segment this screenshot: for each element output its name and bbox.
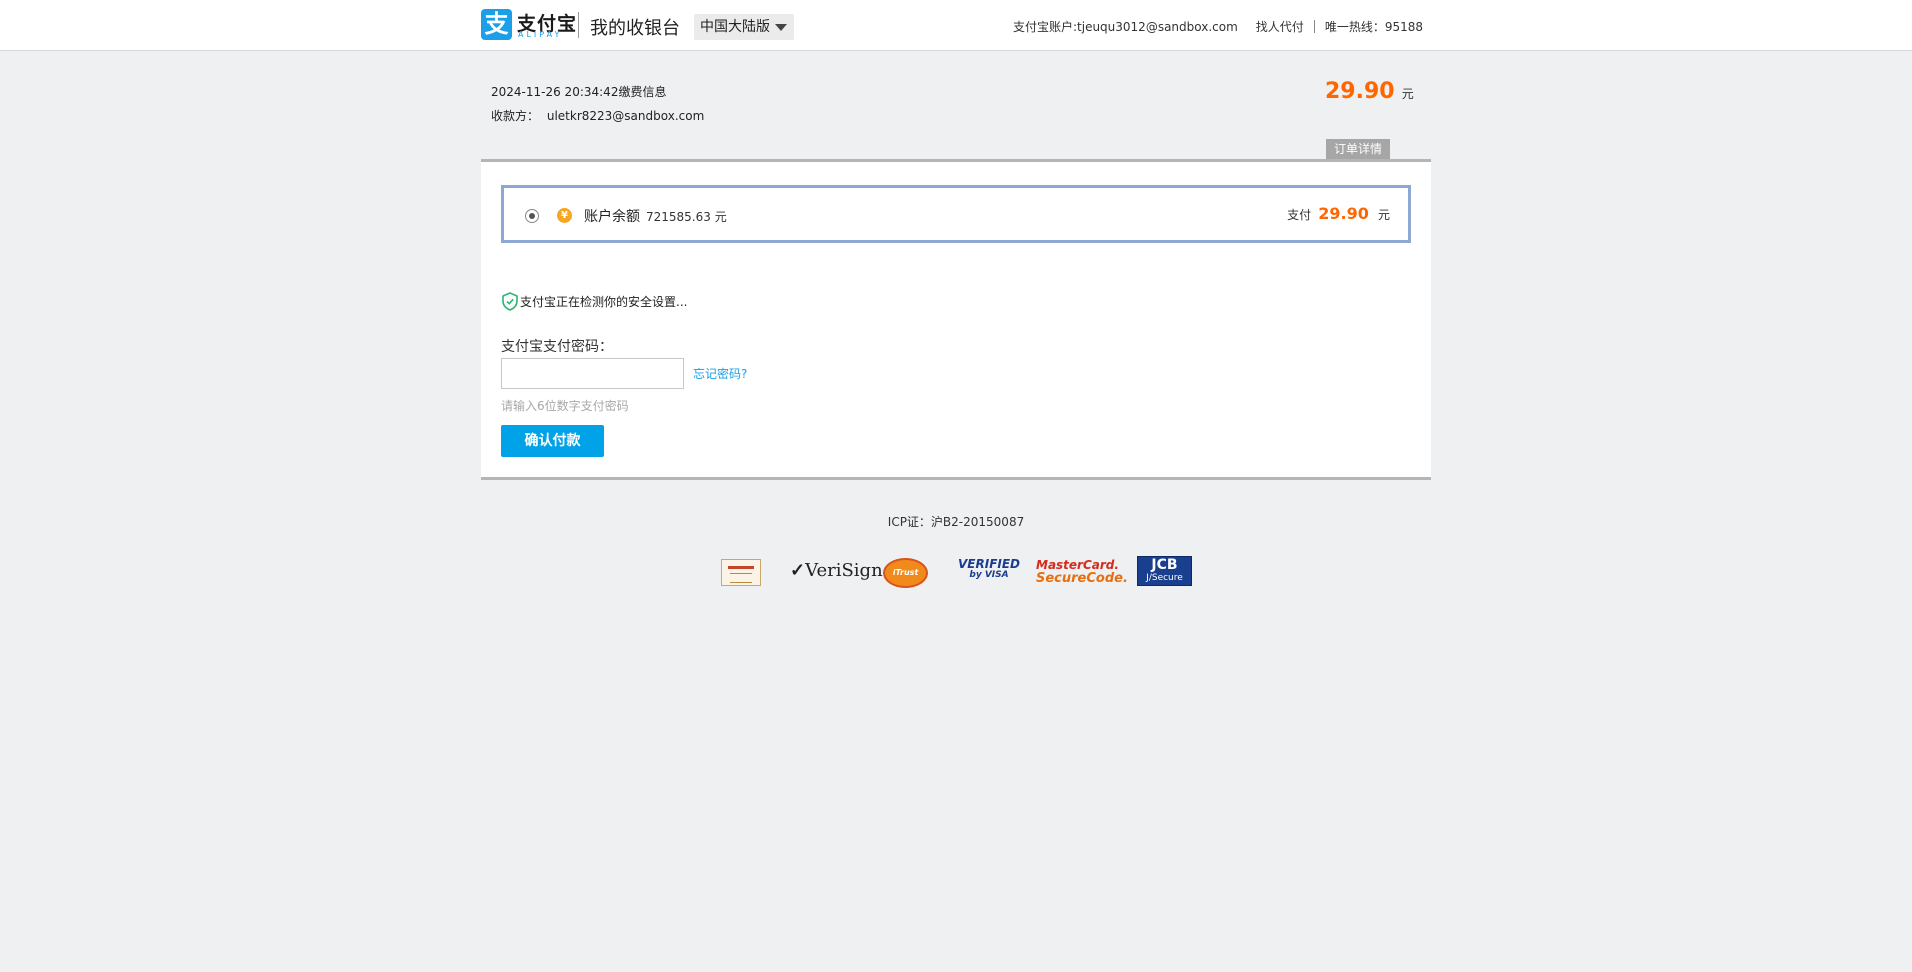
- cnnic-trust-badge-icon[interactable]: [721, 559, 761, 586]
- verified-by-visa-badge-icon[interactable]: VERIFIED by VISA: [958, 557, 1021, 591]
- pay-label: 支付: [1287, 208, 1312, 222]
- account-email: tjeuqu3012@sandbox.com: [1077, 19, 1238, 34]
- icp-license: ICP证：沪B2-20150087: [887, 515, 1025, 529]
- verisign-badge-icon[interactable]: ✓VeriSign: [790, 560, 883, 592]
- hotline-text: 唯一热线：95188: [1324, 20, 1423, 34]
- order-amount-value: 29.90: [1325, 79, 1395, 104]
- payee-label: 收款方：: [491, 109, 540, 123]
- security-badges: ✓VeriSign iTrust VERIFIED by VISA Master…: [0, 556, 1912, 590]
- payee-email: uletkr8223@sandbox.com: [546, 109, 705, 123]
- alipay-logo-icon[interactable]: 支: [481, 9, 512, 40]
- visa-badge-line2: by VISA: [969, 570, 1009, 580]
- page-title: 我的收银台: [590, 18, 680, 39]
- order-detail-tab[interactable]: 订单详情: [1326, 139, 1390, 160]
- visa-badge-line1: VERIFIED: [958, 557, 1021, 571]
- pay-amount-unit: 元: [1377, 208, 1390, 222]
- pay-amount-value: 29.90: [1318, 204, 1369, 223]
- forgot-password-link[interactable]: 忘记密码?: [693, 365, 747, 382]
- confirm-payment-button[interactable]: 确认付款: [501, 425, 604, 457]
- logo-divider: [578, 12, 579, 38]
- yuan-coin-icon: ¥: [557, 208, 572, 223]
- shield-check-icon: [502, 292, 518, 311]
- pay-amount-summary: 支付 29.90 元: [1287, 204, 1390, 223]
- header-account-info: 支付宝账户: tjeuqu3012@sandbox.com 找人代付 唯一热线：…: [1013, 18, 1423, 35]
- order-datetime: 2024-11-26 20:34:42缴费信息: [491, 85, 667, 99]
- itrust-badge-icon[interactable]: iTrust: [883, 558, 928, 588]
- security-check-status: 支付宝正在检测你的安全设置...: [501, 292, 687, 311]
- alipay-logo-subtext: ALIPAY: [518, 30, 563, 39]
- order-payee: 收款方： uletkr8223@sandbox.com: [491, 107, 704, 124]
- proxy-pay-link[interactable]: 找人代付: [1256, 18, 1304, 35]
- header-divider: [1313, 20, 1315, 33]
- top-header: 支 支付宝 ALIPAY 我的收银台 中国大陆版 支付宝账户: tjeuqu30…: [0, 0, 1912, 51]
- balance-radio[interactable]: [525, 209, 539, 223]
- mc-badge-line1: MasterCard.: [1036, 558, 1119, 572]
- password-label: 支付宝支付密码：: [501, 339, 613, 355]
- order-amount: 29.90 元: [1325, 79, 1414, 104]
- chevron-down-icon: [775, 24, 787, 31]
- payment-password-input[interactable]: [501, 358, 684, 389]
- password-hint: 请输入6位数字支付密码: [501, 399, 629, 413]
- security-check-text: 支付宝正在检测你的安全设置...: [520, 295, 688, 309]
- jcb-badge-line2: J/Secure: [1146, 573, 1183, 583]
- order-amount-unit: 元: [1401, 87, 1414, 101]
- region-select-label: 中国大陆版: [700, 19, 770, 35]
- jcb-badge-line1: JCB: [1151, 557, 1178, 573]
- balance-value: 721585.63 元: [646, 210, 727, 224]
- balance-payment-option[interactable]: ¥ 账户余额 721585.63 元 支付 29.90 元: [501, 185, 1411, 243]
- jcb-jsecure-badge-icon[interactable]: JCB J/Secure: [1137, 556, 1192, 586]
- payment-panel: ¥ 账户余额 721585.63 元 支付 29.90 元 支付宝正在检测你的安…: [481, 159, 1431, 480]
- verisign-badge-text: VeriSign: [805, 560, 883, 581]
- region-select[interactable]: 中国大陆版: [694, 14, 794, 40]
- mc-badge-line2: SecureCode.: [1036, 571, 1128, 586]
- mastercard-securecode-badge-icon[interactable]: MasterCard. SecureCode.: [1036, 558, 1128, 590]
- account-label: 支付宝账户:: [1012, 20, 1078, 34]
- balance-label: 账户余额: [584, 209, 640, 225]
